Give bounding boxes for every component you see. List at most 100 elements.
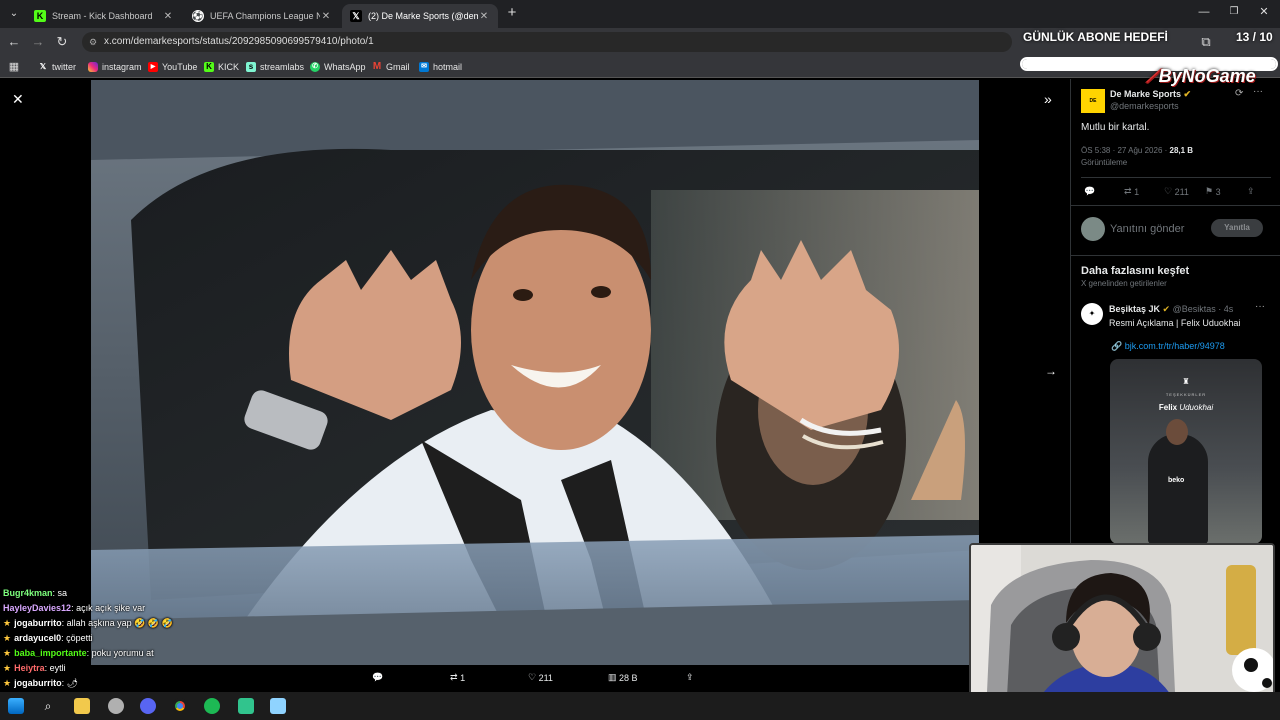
next-photo-icon[interactable]: → (1045, 364, 1057, 378)
chat-username[interactable]: ardayucel0 (14, 633, 61, 643)
like-button[interactable]: ♡ 211 (528, 672, 553, 683)
chrome-icon[interactable] (172, 698, 188, 714)
chat-text: : açık açık şike var (71, 603, 146, 613)
chat-username[interactable]: jogaburrito (14, 678, 62, 688)
tab-kick-dashboard[interactable]: K Stream - Kick Dashboard ✕ (26, 4, 182, 28)
bookmark-label: Gmail (386, 62, 410, 72)
notepad-icon[interactable] (270, 698, 286, 714)
badge-icon: ★ (3, 648, 12, 658)
discover-link[interactable]: 🔗 bjk.com.tr/tr/haber/94978 (1111, 341, 1225, 352)
retweet-icon: ⇄ (1124, 186, 1132, 196)
chat-username[interactable]: Heiytra (14, 663, 45, 673)
more-icon[interactable]: ··· (1253, 86, 1263, 97)
address-bar[interactable]: ⚙ x.com/demarkesports/status/20929850906… (82, 32, 1012, 52)
bookmark-kick[interactable]: K KICK (204, 59, 239, 75)
forward-icon[interactable]: → (30, 34, 46, 50)
bookmark-streamlabs[interactable]: s streamlabs (246, 59, 304, 75)
badge-icon: ★ (3, 618, 12, 628)
retweet-button[interactable]: ⇄ 1 (1124, 186, 1139, 197)
tweet-meta: ÖS 5:38 · 27 Ağu 2026 · 28,1 B (1081, 146, 1194, 155)
bookmark-label: twitter (52, 62, 77, 72)
bookmark-instagram[interactable]: instagram (88, 59, 142, 75)
reply-button[interactable]: Yanıtla (1211, 219, 1263, 237)
chat-username[interactable]: baba_importante (14, 648, 87, 658)
chat-username[interactable]: HayleyDavies12 (3, 603, 71, 613)
bookmark-gmail[interactable]: M Gmail (372, 59, 410, 75)
bookmark-twitter[interactable]: 𝕏twitter (38, 59, 76, 75)
divider (1071, 255, 1280, 256)
new-tab-icon[interactable]: + (504, 5, 520, 21)
search-icon[interactable]: ⌕ (40, 698, 56, 714)
collapse-panel-icon[interactable]: » (1044, 91, 1052, 107)
bookmark-whatsapp[interactable]: ✆ WhatsApp (310, 59, 366, 75)
chat-text: : poku yorumu at (86, 648, 154, 658)
chat-username[interactable]: Bugr4kman (3, 588, 53, 598)
bookmark-hotmail[interactable]: ✉ hotmail (419, 59, 462, 75)
reply-input[interactable]: Yanıtını gönder (1110, 223, 1184, 235)
tab-title: UEFA Champions League New (210, 11, 320, 21)
author-handle[interactable]: @demarkesports (1110, 101, 1179, 111)
author-name[interactable]: De Marke Sports ✔ (1110, 89, 1191, 100)
close-viewer-icon[interactable]: ✕ (12, 91, 24, 108)
apps-grid-icon[interactable]: ▦ (6, 59, 22, 75)
besiktas-logo-icon[interactable]: ✦ (1081, 303, 1103, 325)
share-icon[interactable]: ⇪ (1247, 186, 1255, 197)
kick-icon: K (34, 10, 46, 22)
reload-icon[interactable]: ↻ (54, 34, 70, 50)
chart-icon: ▥ (608, 672, 617, 682)
bookmark-icon: ⚑ (1205, 186, 1214, 196)
brand-logo: ⟋ByNoGame (1146, 66, 1256, 86)
avatar[interactable]: DE MARKE (1081, 89, 1105, 128)
url-text: x.com/demarkesports/status/2092985090699… (104, 36, 374, 47)
grok-icon[interactable]: ⟳ (1235, 88, 1243, 99)
uefa-icon: ⚽ (192, 10, 204, 22)
verified-icon: ✔ (1183, 89, 1192, 99)
retweet-button[interactable]: ⇄ 1 (450, 672, 465, 683)
bookmark-youtube[interactable]: ▶ YouTube (148, 59, 197, 75)
discover-card-image[interactable]: ♜ TEŞEKKÜRLER Felix Uduokhai beko (1110, 359, 1262, 544)
gmail-icon: M (372, 61, 382, 72)
discord-icon[interactable] (140, 698, 156, 714)
retweet-icon: ⇄ (450, 672, 458, 682)
restore-icon[interactable]: ❐ (1226, 4, 1242, 20)
stream-chat: Bugr4kman: sa HayleyDavies12: açık açık ş… (0, 588, 360, 703)
streamlabs-icon: s (246, 62, 256, 72)
close-icon[interactable]: ✕ (162, 11, 174, 22)
bookmark-label: KICK (218, 62, 240, 72)
reply-icon[interactable]: 💬 (1084, 186, 1095, 197)
views-button[interactable]: ▥ 28 B (608, 672, 638, 683)
chat-message: ★ ardayucel0: çöpetti (3, 633, 93, 644)
chat-username[interactable]: jogaburrito (14, 618, 62, 628)
site-info-icon[interactable]: ⚙ (89, 32, 97, 52)
view-count: 28 B (619, 672, 638, 683)
goal-label: GÜNLÜK ABONE HEDEFİ (1023, 30, 1168, 44)
window-close-icon[interactable]: ✕ (1256, 4, 1272, 20)
kick-icon: K (204, 62, 214, 72)
minimize-icon[interactable]: — (1196, 4, 1212, 20)
windows-start-icon[interactable] (8, 698, 24, 714)
tab-search-icon[interactable]: ⌄ (6, 6, 22, 22)
views-label: Görüntüleme (1081, 158, 1128, 167)
more-icon[interactable]: ··· (1255, 301, 1265, 312)
close-icon[interactable]: ✕ (320, 11, 332, 22)
bookmark-button[interactable]: ⚑ 3 (1205, 186, 1221, 197)
spotify-icon[interactable] (204, 698, 220, 714)
share-icon[interactable]: ⇪ (686, 672, 694, 683)
tab-uefa[interactable]: ⚽ UEFA Champions League New ✕ (184, 4, 340, 28)
badge-icon: ★ (3, 678, 12, 688)
streamlabs-icon[interactable] (238, 698, 254, 714)
close-icon[interactable]: ✕ (478, 11, 490, 22)
chat-message: ★ Heiytra: eytli (3, 663, 66, 674)
divider (1071, 205, 1280, 206)
player-figure (1148, 434, 1208, 544)
app-icon[interactable] (108, 698, 124, 714)
back-icon[interactable]: ← (6, 34, 22, 50)
photo-image (91, 80, 979, 665)
chat-message: ★ jogaburrito: allah aşkına yap 🤣 🤣 🤣 (3, 618, 173, 629)
chat-message: ★ baba_importante: poku yorumu at (3, 648, 154, 659)
discover-author[interactable]: Beşiktaş JK ✔ @Besiktas · 4s (1109, 304, 1233, 315)
reply-icon[interactable]: 💬 (372, 672, 383, 683)
file-explorer-icon[interactable] (74, 698, 90, 714)
like-button[interactable]: ♡ 211 (1164, 186, 1189, 197)
tab-demarke-sports[interactable]: 𝕏 (2) De Marke Sports (@demarkes ✕ (342, 4, 498, 28)
